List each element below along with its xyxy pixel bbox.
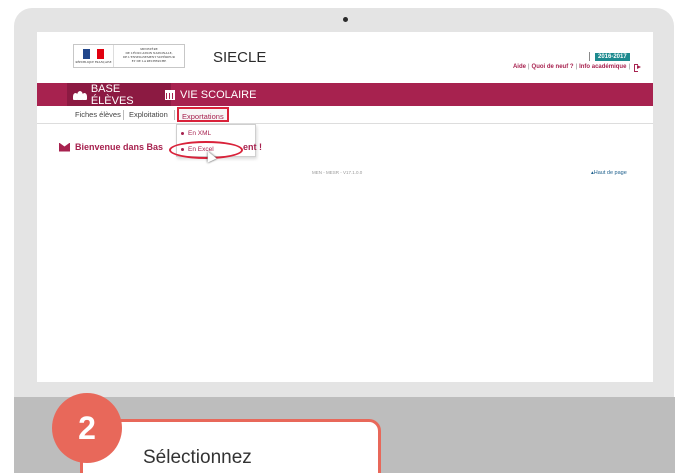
link-separator: | <box>575 64 578 70</box>
bullet-icon <box>181 132 184 135</box>
ministry-text: MINISTÈRE DE L'ÉDUCATION NATIONALE, DE L… <box>123 47 175 63</box>
tutorial-text: Sélectionnez <box>143 447 252 468</box>
nav-label: BASE ÉLÈVES <box>90 82 134 107</box>
app-screen: RÉPUBLIQUE FRANÇAISE MINISTÈRE DE L'ÉDUC… <box>37 32 653 382</box>
subnav-fiches-eleves[interactable]: Fiches élèves <box>75 110 121 119</box>
subnav-separator <box>174 110 175 120</box>
flag-icon: RÉPUBLIQUE FRANÇAISE <box>74 45 114 67</box>
sub-nav: Fiches élèves Exploitation Exportations <box>37 106 653 124</box>
welcome-message: Bienvenue dans Bas <box>59 142 163 152</box>
welcome-icon <box>59 142 70 152</box>
ministry-logo[interactable]: RÉPUBLIQUE FRANÇAISE MINISTÈRE DE L'ÉDUC… <box>73 44 185 68</box>
camera-dot <box>343 17 348 22</box>
year-badge: 2016-2017 <box>595 53 630 61</box>
top-of-page-link[interactable]: ▴Haut de page <box>591 170 627 176</box>
whats-new-link[interactable]: Quoi de neuf ? <box>532 64 574 70</box>
nav-label: VIE SCOLAIRE <box>180 88 257 101</box>
subnav-exportations[interactable]: Exportations <box>177 107 229 122</box>
welcome-text: Bienvenue dans Bas <box>75 142 164 152</box>
people-icon <box>73 90 87 100</box>
page-header: RÉPUBLIQUE FRANÇAISE MINISTÈRE DE L'ÉDUC… <box>37 32 653 77</box>
version-text: MEN - MESR - V17.1.0.0 <box>312 170 363 175</box>
link-separator: | <box>527 64 530 70</box>
app-title: SIECLE <box>213 49 267 66</box>
year-separator <box>589 52 590 61</box>
main-nav: BASE ÉLÈVES VIE SCOLAIRE <box>37 82 653 107</box>
subnav-exploitation[interactable]: Exploitation <box>129 110 168 119</box>
menu-item-label: En XML <box>188 130 212 137</box>
help-link[interactable]: Aide <box>513 64 526 70</box>
flag-caption: RÉPUBLIQUE FRANÇAISE <box>75 59 112 64</box>
logout-icon[interactable] <box>634 64 641 72</box>
menu-item-xml[interactable]: En XML <box>181 130 211 137</box>
welcome-text-end: ent ! <box>243 142 262 152</box>
top-links: Aide | Quoi de neuf ? | Info académique … <box>513 64 641 72</box>
top-of-page-label: Haut de page <box>593 170 627 176</box>
academic-info-link[interactable]: Info académique <box>579 64 626 70</box>
nav-base-eleves[interactable]: BASE ÉLÈVES <box>67 82 171 107</box>
calendar-icon <box>165 89 175 100</box>
subnav-separator <box>123 110 124 120</box>
step-badge: 2 <box>52 393 122 463</box>
nav-vie-scolaire[interactable]: VIE SCOLAIRE <box>159 83 262 106</box>
link-separator: | <box>628 64 630 70</box>
